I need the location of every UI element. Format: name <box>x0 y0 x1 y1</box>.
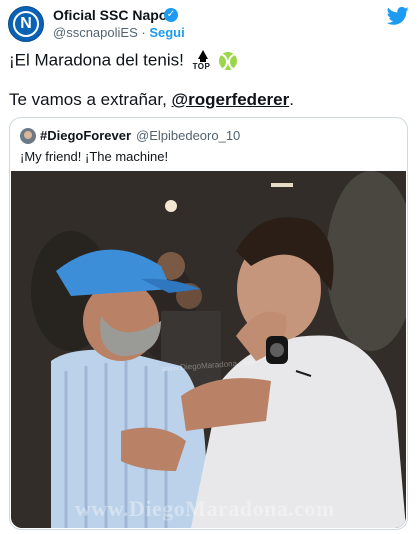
quoted-photo[interactable]: www.DiegoMaradona.com www.DiegoMaradona.… <box>11 171 406 528</box>
avatar-letter: N <box>20 15 32 32</box>
tweet-line-2-prefix: Te vamos a extrañar, <box>9 90 172 109</box>
quoted-handle[interactable]: @Elpibedeoro_10 <box>136 128 240 143</box>
photo-illustration <box>11 171 406 528</box>
quoted-tweet[interactable]: #DiegoForever @Elpibedeoro_10 ¡My friend… <box>9 117 408 530</box>
tweet-line-2-suffix: . <box>289 90 294 109</box>
handle-line: @sscnapoliES · Segui <box>53 25 185 40</box>
top-emoji-icon: TOP <box>193 50 213 72</box>
photo-watermark: www.DiegoMaradona.com <box>75 496 335 521</box>
separator: · <box>141 25 146 40</box>
mention-link[interactable]: @rogerfederer <box>172 90 290 109</box>
account-handle[interactable]: @sscnapoliES <box>53 25 138 40</box>
twitter-icon[interactable] <box>387 6 409 26</box>
tweet-header: N Oficial SSC Napoli ✓ @sscnapoliES · Se… <box>8 6 409 42</box>
quoted-avatar[interactable] <box>20 128 36 144</box>
quoted-text: ¡My friend! ¡The machine! <box>20 149 169 164</box>
top-emoji-label: TOP <box>192 62 211 71</box>
account-name[interactable]: Oficial SSC Napoli <box>53 7 175 23</box>
follow-button[interactable]: Segui <box>149 25 184 40</box>
tweet-line-1-text: ¡El Maradona del tenis! <box>9 50 184 70</box>
quoted-name[interactable]: #DiegoForever <box>40 128 131 143</box>
napoli-avatar[interactable]: N <box>8 6 44 42</box>
verified-icon: ✓ <box>164 8 178 22</box>
tweet-line-2: Te vamos a extrañar, @rogerfederer. <box>9 90 294 110</box>
tweet-line-1: ¡El Maradona del tenis! TOP <box>9 50 238 72</box>
tennis-ball-icon <box>219 52 238 70</box>
